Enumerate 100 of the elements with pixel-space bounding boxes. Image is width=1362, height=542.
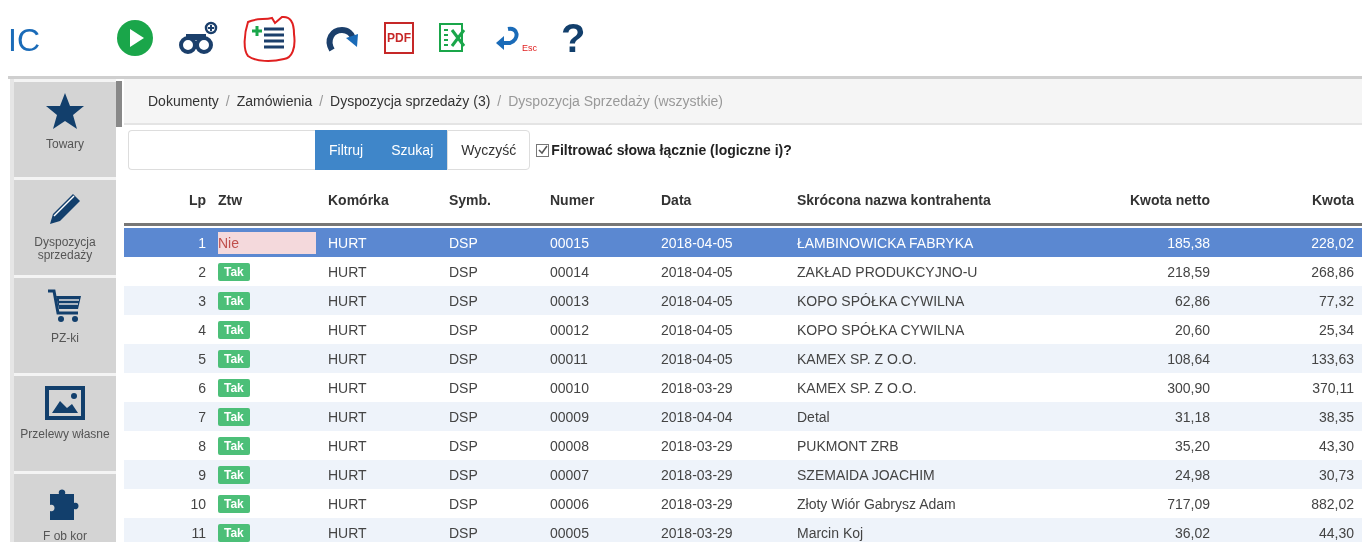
sidebar-item[interactable]: PZ-ki	[14, 278, 116, 373]
status-badge: Tak	[218, 320, 250, 339]
image-icon	[45, 386, 85, 420]
table-cell-text: 1	[197, 234, 207, 251]
table-row[interactable]: 7 Tak HURT DSP 00009 2018-04-04 Detal 31,18 38,35	[124, 402, 1362, 431]
table-cell-text: DSP	[449, 263, 479, 280]
help-icon[interactable]: ?	[561, 18, 586, 58]
column-header[interactable]: Symb.	[449, 192, 550, 208]
table-cell-text: HURT	[328, 495, 368, 512]
table-cell-text: DSP	[449, 350, 479, 367]
table-cell-text: KOPO SPÓŁKA CYWILNA	[797, 292, 966, 309]
table-cell-text: HURT	[328, 524, 368, 541]
status-badge: Tak	[218, 523, 250, 542]
sidebar-item[interactable]: Dyspozycja sprzedaży	[14, 180, 116, 275]
status-badge: Tak	[218, 465, 250, 484]
table-cell-text: HURT	[328, 379, 368, 396]
table-row[interactable]: 6 Tak HURT DSP 00010 2018-03-29 KAMEX SP. Z O.O. 300,90 370,11	[124, 373, 1362, 402]
play-icon[interactable]	[116, 19, 154, 57]
table-cell-text: 2018-03-29	[661, 495, 734, 512]
table-cell-text: 2018-03-29	[661, 379, 734, 396]
table-cell-text: 3	[197, 292, 207, 309]
table-cell-text: HURT	[328, 263, 368, 280]
checkbox-label: Filtrować słowa łącznie (logiczne i)?	[551, 142, 792, 158]
breadcrumb-link[interactable]: Dokumenty	[148, 93, 219, 109]
table-cell-text: DSP	[449, 292, 479, 309]
filter-button[interactable]: Filtruj	[315, 130, 378, 170]
table-cell-text: ŁAMBINOWICKA FABRYKA	[797, 234, 975, 251]
column-header[interactable]: Kwota	[1210, 192, 1354, 208]
table-cell-text: 44,30	[1317, 524, 1354, 541]
table-cell-text: 8	[197, 437, 207, 454]
column-header[interactable]: Lp	[124, 192, 218, 208]
binoculars-icon[interactable]	[178, 21, 218, 55]
column-header[interactable]: Data	[661, 192, 797, 208]
table-cell-text: 00008	[550, 437, 590, 454]
table-cell-text: 35,20	[1173, 437, 1210, 454]
breadcrumb-separator: /	[497, 93, 502, 109]
checkbox[interactable]	[536, 143, 550, 157]
table-cell-text: DSP	[449, 495, 479, 512]
status-badge: Nie	[218, 231, 316, 254]
table-cell-text: 43,30	[1317, 437, 1354, 454]
table-cell-text: 00012	[550, 321, 590, 338]
table-cell-text: 25,34	[1317, 321, 1354, 338]
table-cell-text: 00007	[550, 466, 590, 483]
breadcrumb-link[interactable]: Zamówienia	[236, 93, 313, 109]
search-field[interactable]	[128, 130, 315, 170]
table-cell-text: 2	[197, 263, 207, 280]
table-cell-text: HURT	[328, 292, 368, 309]
filter-button[interactable]: Wyczyść	[447, 130, 531, 170]
column-header[interactable]: Skrócona nazwa kontrahenta	[797, 192, 1097, 208]
table-row[interactable]: 2 Tak HURT DSP 00014 2018-04-05 ZAKŁAD PRODUKCYJNO-U 218,59 268,86	[124, 257, 1362, 286]
table-cell-text: 11	[190, 524, 207, 541]
table-cell-text: 36,02	[1173, 524, 1210, 541]
table-cell-text: 133,63	[1310, 350, 1354, 367]
table-cell-text: 20,60	[1173, 321, 1210, 338]
table-row[interactable]: 5 Tak HURT DSP 00011 2018-04-05 KAMEX SP. Z O.O. 108,64 133,63	[124, 344, 1362, 373]
table-cell-text: Złoty Wiór Gabrysz Adam	[797, 495, 957, 512]
sidebar-item[interactable]: Towary	[14, 82, 116, 177]
table-cell-text: 218,59	[1166, 263, 1210, 280]
sidebar-item[interactable]: F ob kor	[14, 474, 116, 542]
star-icon	[45, 92, 85, 130]
filter-button[interactable]: Szukaj	[377, 130, 448, 170]
table-cell-text: 2018-04-04	[661, 408, 734, 425]
table-row[interactable]: 1 Nie HURT DSP 00015 2018-04-05 ŁAMBINOWICKA FABRYKA 185,38 228,02	[124, 228, 1362, 257]
table-cell-text: 24,98	[1173, 466, 1210, 483]
table-cell-text: HURT	[328, 437, 368, 454]
table-cell-text: 4	[197, 321, 207, 338]
pdf-icon[interactable]: PDF	[384, 22, 414, 54]
column-header[interactable]: Kwota netto	[1097, 192, 1210, 208]
table-cell-text: 00006	[550, 495, 590, 512]
table-cell-text: 10	[189, 495, 207, 512]
column-header[interactable]: Numer	[550, 192, 661, 208]
table-row[interactable]: 10 Tak HURT DSP 00006 2018-03-29 Złoty Wiór Gabrysz Adam 717,09 882,02	[124, 489, 1362, 518]
table-cell-text: 300,90	[1166, 379, 1210, 396]
table-cell-text: Detal	[797, 408, 831, 425]
table-cell-text: ZAKŁAD PRODUKCYJNO-U	[797, 263, 979, 280]
table-cell-text: 00010	[550, 379, 590, 396]
table-row[interactable]: 11 Tak HURT DSP 00005 2018-03-29 Marcin Koj 36,02 44,30	[124, 518, 1362, 542]
table-cell-text: 30,73	[1317, 466, 1354, 483]
table-cell-text: DSP	[449, 524, 479, 541]
sidebar-handle[interactable]	[116, 81, 122, 127]
table-cell-text: 38,35	[1317, 408, 1354, 425]
table-cell-text: 77,32	[1317, 292, 1354, 309]
table-row[interactable]: 3 Tak HURT DSP 00013 2018-04-05 KOPO SPÓŁKA CYWILNA 62,86 77,32	[124, 286, 1362, 315]
table-cell-text: 2018-04-05	[661, 234, 734, 251]
table-cell-text: 00013	[550, 292, 590, 309]
column-header[interactable]: Komórka	[328, 192, 449, 208]
table-row[interactable]: 4 Tak HURT DSP 00012 2018-04-05 KOPO SPÓŁKA CYWILNA 20,60 25,34	[124, 315, 1362, 344]
table-cell-text: DSP	[449, 437, 479, 454]
status-badge: Tak	[218, 494, 250, 513]
table-cell-text: 6	[197, 379, 207, 396]
breadcrumb-separator: /	[225, 93, 230, 109]
table-cell-text: HURT	[328, 408, 368, 425]
table-cell-text: 2018-04-05	[661, 263, 734, 280]
breadcrumb-link[interactable]: Dyspozycja sprzedaży (3)	[330, 93, 491, 109]
column-header[interactable]: Ztw	[218, 192, 328, 208]
table-row[interactable]: 8 Tak HURT DSP 00008 2018-03-29 PUKMONT ZRB 35,20 43,30	[124, 431, 1362, 460]
table-row[interactable]: 9 Tak HURT DSP 00007 2018-03-29 SZEMAIDA JOACHIM 24,98 30,73	[124, 460, 1362, 489]
table-cell-text: 7	[197, 408, 207, 425]
table-cell-text: 9	[197, 466, 207, 483]
sidebar-item[interactable]: Przelewy własne	[14, 376, 116, 471]
